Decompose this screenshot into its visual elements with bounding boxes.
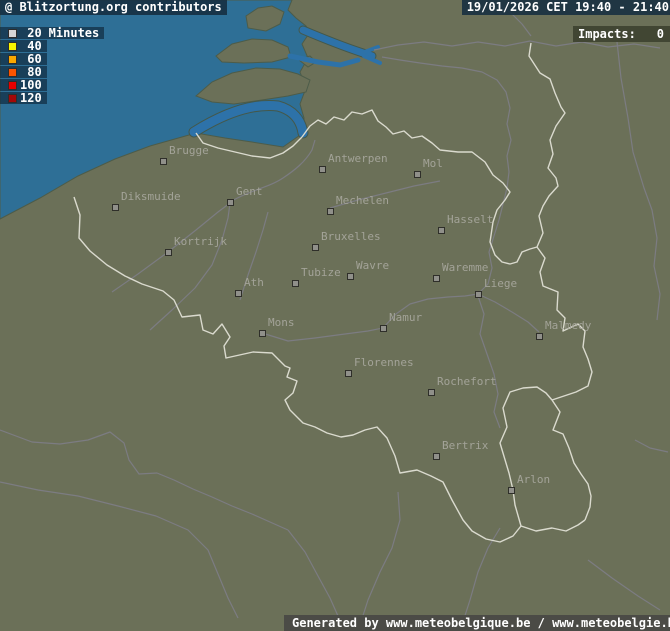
city-marker xyxy=(536,333,543,340)
city-marker xyxy=(227,199,234,206)
footer-bar: Generated by www.meteobelgique.be / www.… xyxy=(284,615,670,631)
legend-row: 40 xyxy=(0,40,47,52)
city-marker xyxy=(508,487,515,494)
legend-minutes: 80 xyxy=(20,65,42,79)
city-label: Florennes xyxy=(354,357,414,368)
city-marker xyxy=(414,171,421,178)
city-label: Mons xyxy=(268,317,295,328)
city-marker xyxy=(160,158,167,165)
city-label: Wavre xyxy=(356,260,389,271)
city-label: Rochefort xyxy=(437,376,497,387)
city-marker xyxy=(433,275,440,282)
city-marker xyxy=(165,249,172,256)
legend-minutes: 60 xyxy=(20,52,42,66)
impacts-label: Impacts: xyxy=(578,27,636,41)
city-label: Ath xyxy=(244,277,264,288)
city-label: Arlon xyxy=(517,474,550,485)
city-marker xyxy=(312,244,319,251)
city-marker xyxy=(347,273,354,280)
city-label: Namur xyxy=(389,312,422,323)
city-marker xyxy=(428,389,435,396)
legend-row: 20 Minutes xyxy=(0,27,104,39)
city-marker xyxy=(433,453,440,460)
city-label: Hasselt xyxy=(447,214,493,225)
city-label: Liege xyxy=(484,278,517,289)
legend-row: 60 xyxy=(0,53,47,65)
city-label: Bruxelles xyxy=(321,231,381,242)
credit-bar: @ Blitzortung.org contributors xyxy=(0,0,227,15)
city-label: Kortrijk xyxy=(174,236,227,247)
legend: 20 Minutes 40 60 80 100 120 xyxy=(0,27,104,105)
city-marker xyxy=(259,330,266,337)
legend-row: 80 xyxy=(0,66,47,78)
legend-color-swatch xyxy=(8,68,17,77)
legend-minutes: 120 xyxy=(20,91,42,105)
legend-color-swatch xyxy=(8,42,17,51)
city-marker xyxy=(235,290,242,297)
city-label: Bertrix xyxy=(442,440,488,451)
impacts-value: 0 xyxy=(657,27,664,41)
legend-minutes: 20 xyxy=(20,26,42,40)
legend-row: 100 xyxy=(0,79,47,91)
city-label: Mechelen xyxy=(336,195,389,206)
legend-color-swatch xyxy=(8,94,17,103)
datetime-bar: 19/01/2026 CET 19:40 - 21:40 xyxy=(462,0,670,15)
city-marker xyxy=(380,325,387,332)
lightning-map-screen: Brugge Antwerpen Mol Diksmuide Gent Mech… xyxy=(0,0,670,631)
legend-suffix: Minutes xyxy=(49,26,100,40)
city-label: Brugge xyxy=(169,145,209,156)
city-marker xyxy=(327,208,334,215)
city-marker xyxy=(475,291,482,298)
legend-color-swatch xyxy=(8,55,17,64)
city-label: Tubize xyxy=(301,267,341,278)
city-label: Gent xyxy=(236,186,263,197)
legend-minutes: 100 xyxy=(20,78,42,92)
city-marker xyxy=(112,204,119,211)
city-label: Malmedy xyxy=(545,320,591,331)
legend-row: 120 xyxy=(0,92,47,104)
city-marker xyxy=(345,370,352,377)
impacts-box: Impacts: 0 xyxy=(573,26,670,42)
city-marker xyxy=(438,227,445,234)
legend-color-swatch xyxy=(8,81,17,90)
city-label: Diksmuide xyxy=(121,191,181,202)
legend-minutes: 40 xyxy=(20,39,42,53)
city-marker xyxy=(292,280,299,287)
city-label: Mol xyxy=(423,158,443,169)
city-marker xyxy=(319,166,326,173)
city-label: Antwerpen xyxy=(328,153,388,164)
city-label: Waremme xyxy=(442,262,488,273)
legend-color-swatch xyxy=(8,29,17,38)
